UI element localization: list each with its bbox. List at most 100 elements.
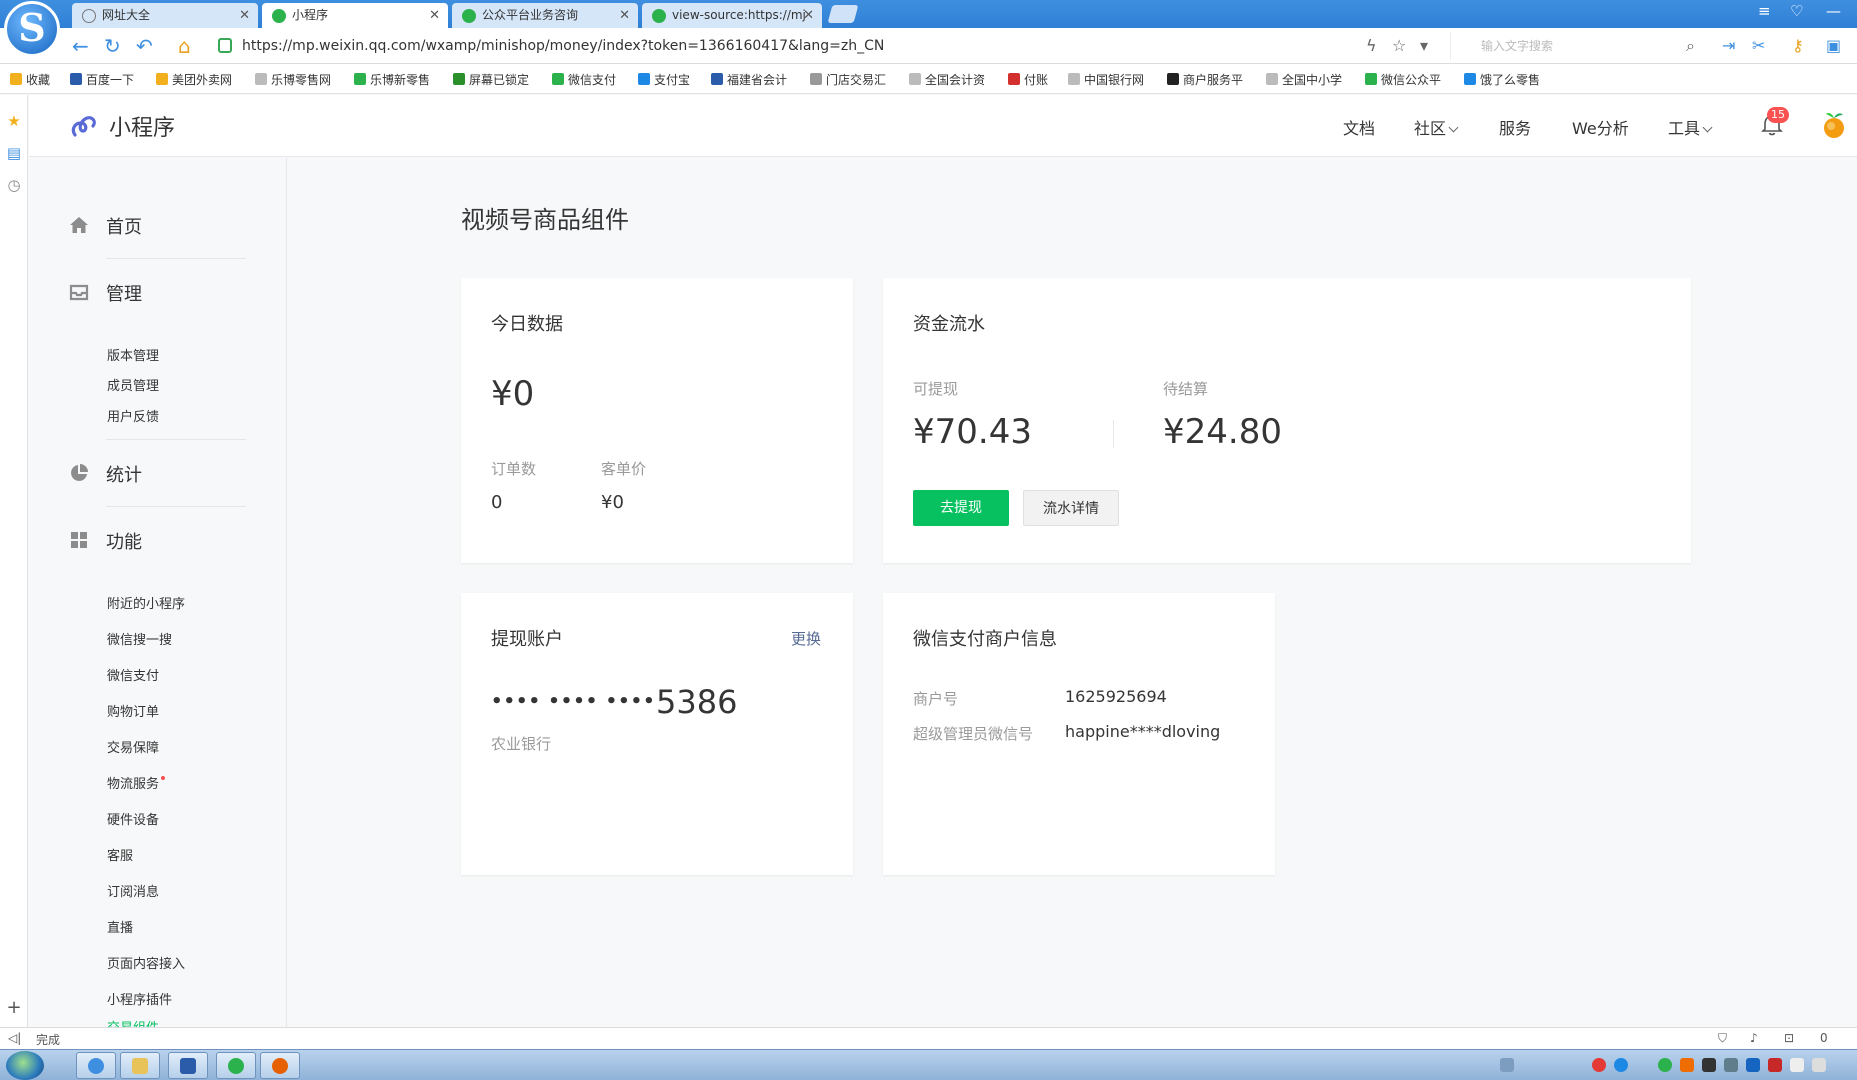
sidebar-item-subscribe-messages[interactable]: 订阅消息 [107,881,159,900]
tab-business-consult[interactable]: 公众平台业务咨询 ✕ [452,3,638,28]
nav-services[interactable]: 服务 [1499,115,1531,139]
sidebar-item-manage[interactable]: 管理 [69,280,142,306]
bookmark-item[interactable]: 商户服务平 [1167,71,1243,88]
skin-icon[interactable]: ♡ [1790,2,1803,20]
bookmark-item[interactable]: 收藏 [10,71,50,88]
miniprogram-logo-icon [71,116,96,137]
bookmark-item[interactable]: 微信支付 [552,71,616,88]
home-icon[interactable]: ⌂ [178,34,191,58]
taskbar-wechat[interactable] [216,1052,256,1079]
volume-icon[interactable] [1812,1058,1826,1072]
sidebar-item-trade-component[interactable]: 交易组件 [107,1017,159,1027]
nav-we-analytics[interactable]: We分析 [1572,115,1629,139]
sidebar-item-live[interactable]: 直播 [107,917,133,936]
collapse-icon[interactable]: ◁| [8,1031,21,1045]
extension-icon[interactable]: ▣ [1826,36,1841,55]
tab-miniprogram[interactable]: 小程序 ✕ [262,3,448,28]
sidebar-item-features[interactable]: 功能 [69,528,142,554]
back-icon[interactable]: ← [72,34,89,58]
taskbar-browser[interactable] [76,1052,116,1079]
withdraw-button[interactable]: 去提现 [913,490,1009,526]
sidebar-item-page-content[interactable]: 页面内容接入 [107,953,185,972]
action-center-icon[interactable] [1790,1058,1804,1072]
sidebar-item-shopping-orders[interactable]: 购物订单 [107,701,159,720]
change-account-link[interactable]: 更换 [791,628,821,649]
history-clock-icon[interactable]: ◷ [6,177,22,193]
bookmark-item[interactable]: 全国中小学 [1266,71,1342,88]
bookmark-item[interactable]: 微信公众平 [1365,71,1441,88]
bookmark-item[interactable]: 百度一下 [70,71,134,88]
close-icon[interactable]: ✕ [429,3,440,28]
sidebar-item-hardware[interactable]: 硬件设备 [107,809,159,828]
bookmark-item[interactable]: 屏幕已锁定 [453,71,529,88]
tab-view-source[interactable]: view-source:https://mj ✕ [642,3,822,28]
url-input[interactable]: https://mp.weixin.qq.com/wxamp/minishop/… [210,32,1430,60]
nav-community[interactable]: 社区 [1414,115,1459,139]
sidebar-item-member-management[interactable]: 成员管理 [107,375,159,394]
tab-site-directory[interactable]: 网址大全 ✕ [72,3,258,28]
menu-icon[interactable]: ≡ [1758,2,1771,20]
search-icon[interactable]: ⌕ [1686,36,1695,56]
shield-icon[interactable]: ⛉ [1718,1031,1727,1046]
monitor-tray-icon[interactable] [1724,1058,1738,1072]
lock-icon[interactable]: ⊡ [1784,1031,1794,1045]
pen-tray-icon[interactable] [1702,1058,1716,1072]
nav-docs[interactable]: 文档 [1343,115,1375,139]
help-icon[interactable] [1614,1058,1628,1072]
sidebar-item-customer-service[interactable]: 客服 [107,845,133,864]
cube-tray-icon[interactable] [1746,1058,1760,1072]
reader-icon[interactable]: ▤ [6,145,22,161]
sidebar-item-version-management[interactable]: 版本管理 [107,345,159,364]
add-icon[interactable]: + [6,999,22,1017]
nav-tools[interactable]: 工具 [1668,115,1713,139]
sidebar-item-wechat-search[interactable]: 微信搜一搜 [107,629,172,648]
flow-details-button[interactable]: 流水详情 [1023,490,1119,526]
speaker-icon[interactable]: ♪ [1750,1031,1758,1045]
sogou-icon[interactable] [1592,1058,1606,1072]
taskbar-firefox[interactable] [260,1052,300,1079]
sidebar-item-home[interactable]: 首页 [69,213,142,239]
refresh-icon[interactable]: ↻ [104,34,121,58]
chevron-down-icon[interactable]: ▾ [1420,36,1428,55]
bookmark-item[interactable]: 门店交易汇 [810,71,886,88]
browser-logo[interactable]: S [4,1,60,57]
close-icon[interactable]: ✕ [239,3,250,28]
flag-tray-icon[interactable] [1680,1058,1694,1072]
sidebar-item-user-feedback[interactable]: 用户反馈 [107,406,159,425]
bookmark-item[interactable]: 中国银行网 [1068,71,1144,88]
brand[interactable]: 小程序 [69,109,175,143]
sidebar-item-logistics[interactable]: 物流服务 [107,773,166,792]
bookmark-item[interactable]: 乐博零售网 [255,71,331,88]
gear-tray-icon[interactable] [1768,1058,1782,1072]
bookmark-item[interactable]: 美团外卖网 [156,71,232,88]
bookmark-item[interactable]: 支付宝 [638,71,690,88]
key-icon[interactable]: ⚷ [1792,36,1804,55]
scissors-icon[interactable]: ✂ [1752,36,1765,55]
bookmark-item[interactable]: 乐博新零售 [354,71,430,88]
avatar[interactable] [1819,110,1849,140]
bookmark-item[interactable]: 福建省会计 [711,71,787,88]
taskbar-word[interactable] [168,1052,208,1079]
bookmark-item[interactable]: 付账 [1008,71,1048,88]
wechat-tray-icon[interactable] [1658,1058,1672,1072]
search-input[interactable]: 输入文字搜索 [1450,32,1710,60]
start-button[interactable] [6,1051,44,1080]
bookmark-item[interactable]: 全国会计资 [909,71,985,88]
star-icon[interactable]: ☆ [1392,36,1406,55]
sidebar-item-plugins[interactable]: 小程序插件 [107,989,172,1008]
minimize-icon[interactable]: — [1826,2,1841,20]
sidebar-item-nearby-miniprogram[interactable]: 附近的小程序 [107,593,185,612]
favorites-star-icon[interactable]: ★ [6,113,22,129]
bookmark-item[interactable]: 饿了么零售 [1464,71,1540,88]
taskbar-explorer[interactable] [120,1052,160,1079]
sidebar-item-wechat-pay[interactable]: 微信支付 [107,665,159,684]
close-icon[interactable]: ✕ [803,3,814,28]
sidebar-item-stats[interactable]: 统计 [69,461,142,487]
close-icon[interactable]: ✕ [619,3,630,28]
keyboard-icon[interactable] [1500,1058,1514,1072]
undo-icon[interactable]: ↶ [136,34,153,58]
sidebar-item-transaction-guarantee[interactable]: 交易保障 [107,737,159,756]
new-tab-button[interactable] [827,5,859,23]
lightning-icon[interactable]: ϟ [1366,36,1377,55]
login-icon[interactable]: ⇥ [1722,36,1735,55]
